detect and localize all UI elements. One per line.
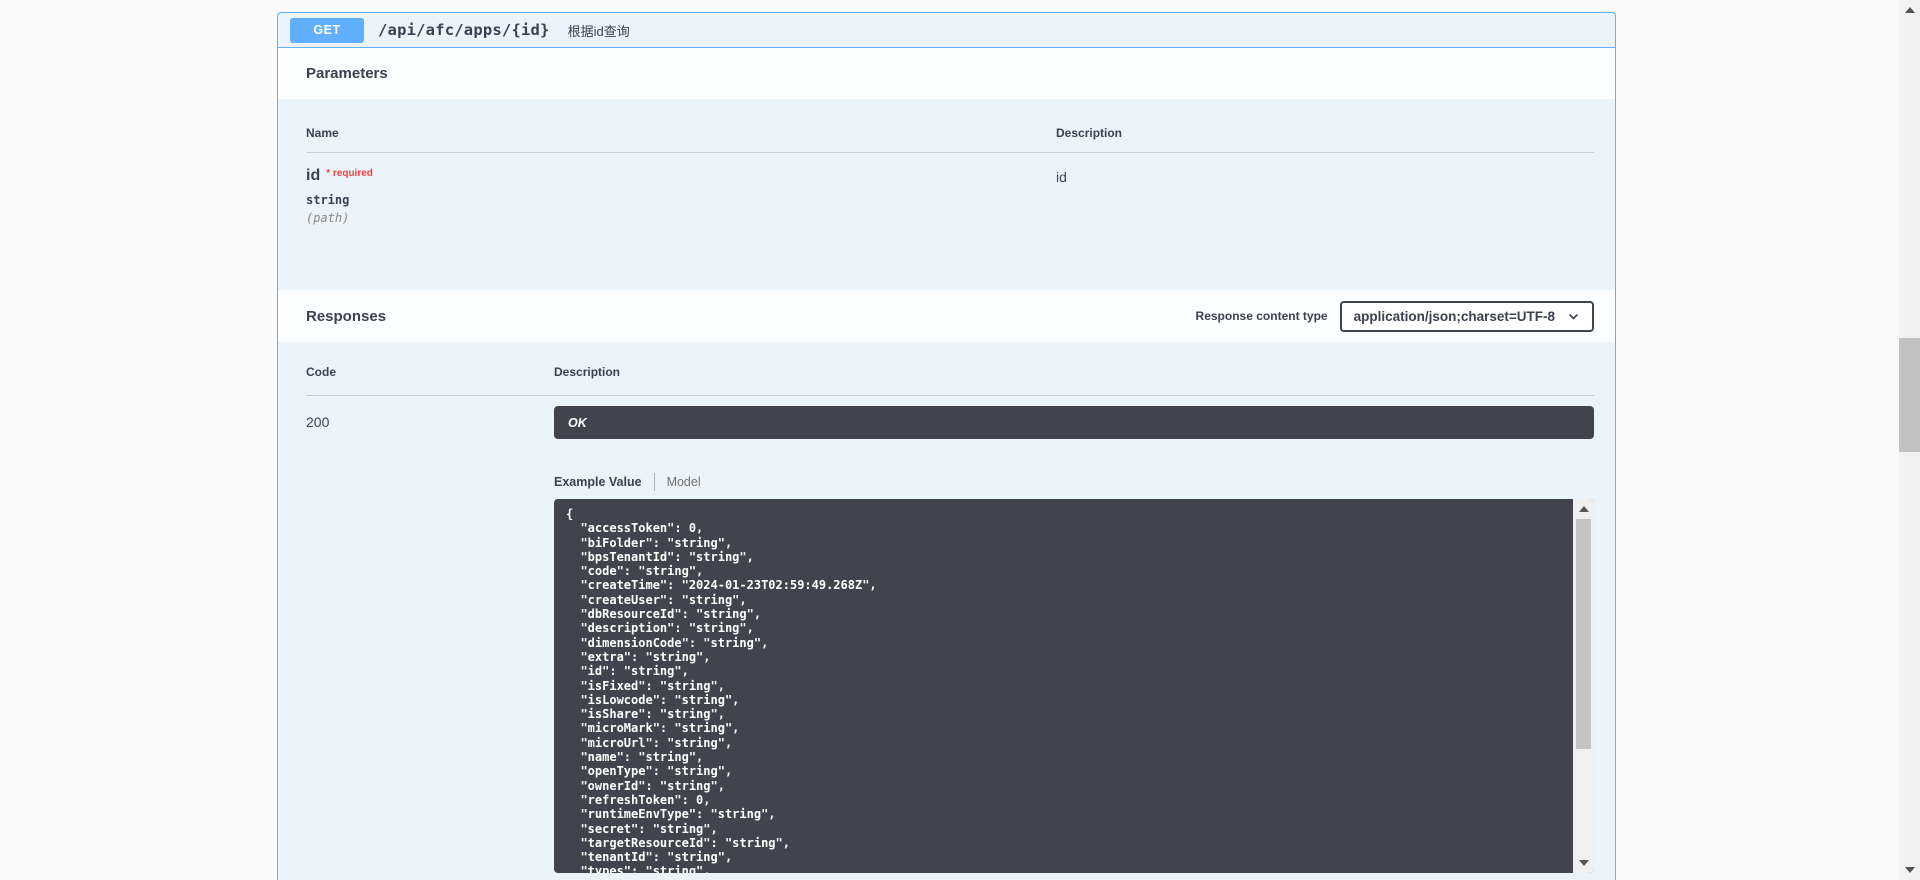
parameters-table-header: Name Description (306, 126, 1594, 153)
parameter-location: (path) (306, 211, 1056, 225)
opblock-get-endpoint: GET /api/afc/apps/{id} 根据id查询 Parameters… (277, 12, 1616, 880)
page-scrollbar-thumb[interactable] (1899, 338, 1920, 452)
parameters-col-description: Description (1056, 126, 1594, 140)
scroll-down-arrow-icon[interactable] (1579, 860, 1589, 866)
scroll-up-arrow-icon[interactable] (1579, 506, 1589, 512)
browser-scrollbar[interactable] (1899, 0, 1920, 880)
code-scrollbar-thumb[interactable] (1576, 519, 1591, 749)
response-description-box: OK (554, 406, 1594, 439)
parameters-col-name: Name (306, 126, 1056, 140)
response-content-type-label: Response content type (1196, 309, 1328, 323)
tab-divider (654, 473, 655, 491)
code-block-scrollbar[interactable] (1573, 499, 1594, 873)
endpoint-summary-row[interactable]: GET /api/afc/apps/{id} 根据id查询 (278, 13, 1615, 48)
response-description-text: OK (568, 416, 587, 430)
example-model-tabs: Example Value Model (554, 473, 1594, 491)
responses-section-header: Responses Response content type applicat… (278, 290, 1615, 343)
response-status-code: 200 (306, 406, 554, 873)
responses-col-code: Code (306, 365, 554, 379)
parameters-section-header: Parameters (278, 48, 1615, 100)
responses-table: Code Description 200 OK Example Value Mo… (278, 343, 1615, 873)
required-marker: * required (326, 168, 373, 179)
tab-example-value[interactable]: Example Value (554, 475, 642, 489)
parameter-type: string (306, 193, 1056, 207)
example-json: { "accessToken": 0, "biFolder": "string"… (554, 499, 1594, 873)
responses-col-description: Description (554, 365, 1594, 379)
parameters-table: Name Description id * required string (pa… (278, 100, 1615, 290)
chevron-down-icon (1567, 310, 1580, 323)
parameter-name: id * required (306, 167, 1056, 185)
endpoint-path: /api/afc/apps/{id} (378, 21, 550, 39)
responses-table-header: Code Description (306, 365, 1594, 396)
example-value-code-block[interactable]: { "accessToken": 0, "biFolder": "string"… (554, 499, 1594, 873)
response-row-200: 200 OK Example Value Model { "accessToke… (306, 396, 1594, 873)
parameter-row: id * required string (path) id (306, 153, 1594, 225)
parameter-name-text: id (306, 167, 320, 184)
response-content-type-select[interactable]: application/json;charset=UTF-8 (1340, 301, 1594, 332)
tab-model[interactable]: Model (667, 475, 701, 489)
page-scroll-down-arrow-icon[interactable] (1905, 867, 1915, 873)
http-method-badge[interactable]: GET (290, 18, 364, 43)
parameter-description: id (1056, 167, 1594, 225)
page-scroll-up-arrow-icon[interactable] (1905, 7, 1915, 13)
parameters-title: Parameters (306, 65, 388, 82)
responses-title: Responses (306, 308, 386, 325)
response-content-type-control: Response content type application/json;c… (1196, 301, 1594, 332)
response-content-type-value: application/json;charset=UTF-8 (1354, 309, 1555, 324)
endpoint-summary-text: 根据id查询 (568, 21, 630, 40)
